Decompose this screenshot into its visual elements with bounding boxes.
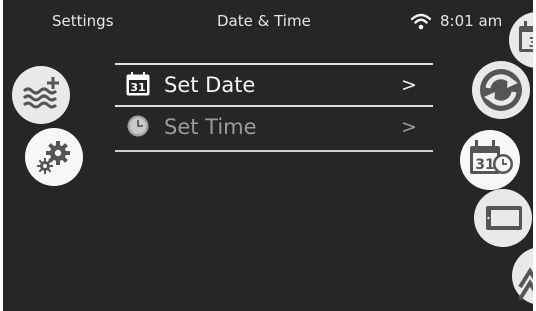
page-title: Date & Time	[217, 12, 311, 30]
tablet-icon	[486, 206, 522, 230]
divider	[115, 105, 433, 107]
chevron-right-icon: >	[401, 74, 417, 96]
water-plus-icon	[22, 77, 59, 109]
status-bar: Settings Date & Time 8:01 am	[3, 0, 533, 42]
set-date-row[interactable]: 31 Set Date >	[115, 63, 433, 104]
svg-text:31: 31	[475, 157, 494, 173]
refresh-icon	[480, 69, 522, 111]
calendar-icon: 3	[519, 21, 533, 52]
divider	[115, 150, 433, 152]
set-time-row[interactable]: Set Time >	[115, 105, 433, 146]
calendar-icon: 31	[126, 72, 150, 96]
display-button[interactable]	[474, 189, 532, 247]
divider	[115, 63, 433, 65]
arrows-icon	[518, 267, 533, 301]
svg-text:3: 3	[528, 36, 533, 51]
wifi-icon	[411, 13, 431, 30]
settings-button[interactable]	[25, 128, 83, 186]
set-time-label: Set Time	[164, 115, 257, 139]
gears-icon	[37, 141, 70, 174]
reset-button[interactable]	[472, 61, 530, 119]
clock-time: 8:01 am	[440, 12, 503, 30]
calendar-clock-icon: 31	[470, 140, 513, 174]
more-button[interactable]	[512, 247, 533, 305]
screen: Settings Date & Time 8:01 am 31 Set Date…	[3, 0, 533, 311]
water-care-button[interactable]	[12, 66, 70, 124]
clock-icon	[127, 115, 149, 137]
set-date-label: Set Date	[164, 73, 256, 97]
chevron-right-icon: >	[401, 116, 417, 138]
schedule-button[interactable]: 3	[509, 12, 533, 68]
back-to-settings-link[interactable]: Settings	[52, 12, 114, 30]
date-time-button[interactable]: 31	[460, 130, 520, 190]
svg-text:31: 31	[130, 81, 145, 94]
